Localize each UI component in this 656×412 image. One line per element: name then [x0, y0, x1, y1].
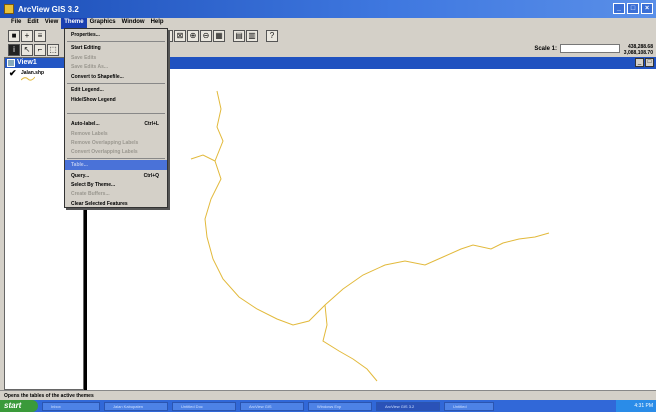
menu-item-convert-overlapping-labels: Convert Overlapping Labels: [71, 149, 138, 155]
window-controls: _ □ ×: [613, 3, 653, 14]
menu-item-properties[interactable]: Properties...: [65, 30, 167, 40]
select-tool-icon[interactable]: ⬚: [47, 44, 59, 56]
minimize-button[interactable]: _: [613, 3, 625, 14]
view-window-controls: _ □: [635, 58, 654, 67]
maximize-button[interactable]: □: [627, 3, 639, 14]
vertex-tool-icon[interactable]: ⌐: [34, 44, 46, 56]
start-button[interactable]: start: [0, 400, 38, 412]
menu-item-save-edits-as: Save Edits As...: [71, 64, 109, 70]
arcview-app: ArcView GIS 3.2 _ □ × File Edit View The…: [0, 0, 656, 412]
menu-separator: [67, 41, 165, 42]
view-icon: [7, 59, 15, 67]
zoom-out-icon[interactable]: ⊖: [200, 30, 212, 42]
view-minimize-button[interactable]: _: [635, 58, 644, 67]
taskbar-item[interactable]: ArcView GIS: [240, 401, 304, 411]
status-bar: Opens the tables of the active themes: [0, 390, 656, 400]
menu-item-table[interactable]: Table...: [65, 160, 167, 170]
taskbar-item[interactable]: Jalan Kabupaten: [104, 401, 168, 411]
menu-item-clear-selected-features[interactable]: Clear Selected Features: [65, 199, 167, 209]
scale-box: Scale 1:: [534, 44, 620, 53]
menu-file[interactable]: File: [8, 18, 24, 29]
save-project-icon[interactable]: ■: [8, 30, 20, 42]
view-maximize-button[interactable]: □: [645, 58, 654, 67]
taskbar-item[interactable]: Windows Exp: [308, 401, 372, 411]
view-window: _ □: [84, 57, 656, 390]
pointer-tool-icon[interactable]: ↖: [21, 44, 33, 56]
arcview-app-icon: [4, 4, 14, 14]
menu-view[interactable]: View: [42, 18, 62, 29]
theme-menu-dropdown: Properties... Start Editing Save Edits S…: [64, 28, 168, 208]
identify-tool-icon[interactable]: i: [8, 44, 20, 56]
close-button[interactable]: ×: [641, 3, 653, 14]
line-legend-swatch: [21, 76, 35, 81]
add-theme-icon[interactable]: +: [21, 30, 33, 42]
checkmark-icon[interactable]: ✔: [9, 68, 17, 79]
taskbar-item[interactable]: Inbox: [42, 401, 100, 411]
coord-y: 3,088,108.70: [623, 50, 653, 56]
view-title: View1: [17, 59, 37, 66]
menu-item-hide-show-legend[interactable]: Hide/Show Legend: [65, 95, 167, 105]
zoom-selected-icon[interactable]: ⊠: [174, 30, 186, 42]
menu-separator: [67, 158, 165, 159]
select-features-icon[interactable]: ▦: [213, 30, 225, 42]
menu-item-auto-label[interactable]: Auto-label... Ctrl+L: [65, 119, 167, 129]
system-tray-clock[interactable]: 4:31 PM: [616, 400, 656, 412]
road-line: [204, 90, 550, 326]
theme-properties-icon[interactable]: ≡: [34, 30, 46, 42]
map-canvas[interactable]: [87, 69, 656, 390]
menu-separator: [67, 83, 165, 84]
menu-item-edit-legend[interactable]: Edit Legend...: [65, 85, 167, 95]
menu-separator: [67, 113, 165, 114]
taskbar-item[interactable]: Untitled: [444, 401, 494, 411]
menu-item-create-buffers: Create Buffers...: [71, 191, 110, 197]
view-title-bar[interactable]: _ □: [87, 57, 656, 69]
road-branch-1: [322, 304, 378, 382]
scale-label: Scale 1:: [534, 45, 557, 52]
menu-item-start-editing[interactable]: Start Editing: [65, 43, 167, 53]
scale-input[interactable]: [560, 44, 620, 53]
zoom-in-icon[interactable]: ⊕: [187, 30, 199, 42]
help-icon[interactable]: ?: [266, 30, 278, 42]
find-icon[interactable]: ▤: [233, 30, 245, 42]
locate-icon[interactable]: ▥: [246, 30, 258, 42]
cursor-coordinates: 438,288.68 3,088,108.70: [624, 44, 653, 56]
title-bar[interactable]: ArcView GIS 3.2 _ □ ×: [0, 0, 656, 18]
menu-item-convert-to-shapefile[interactable]: Convert to Shapefile...: [65, 72, 167, 82]
menu-edit[interactable]: Edit: [24, 18, 41, 29]
status-text: Opens the tables of the active themes: [4, 393, 94, 399]
taskbar-item-active[interactable]: ArcView GIS 3.2: [376, 401, 440, 411]
window-title: ArcView GIS 3.2: [18, 4, 79, 14]
taskbar: start Inbox Jalan Kabupaten Untitled Doc…: [0, 400, 656, 412]
road-branch-2: [190, 154, 216, 162]
taskbar-item[interactable]: Untitled Doc: [172, 401, 236, 411]
